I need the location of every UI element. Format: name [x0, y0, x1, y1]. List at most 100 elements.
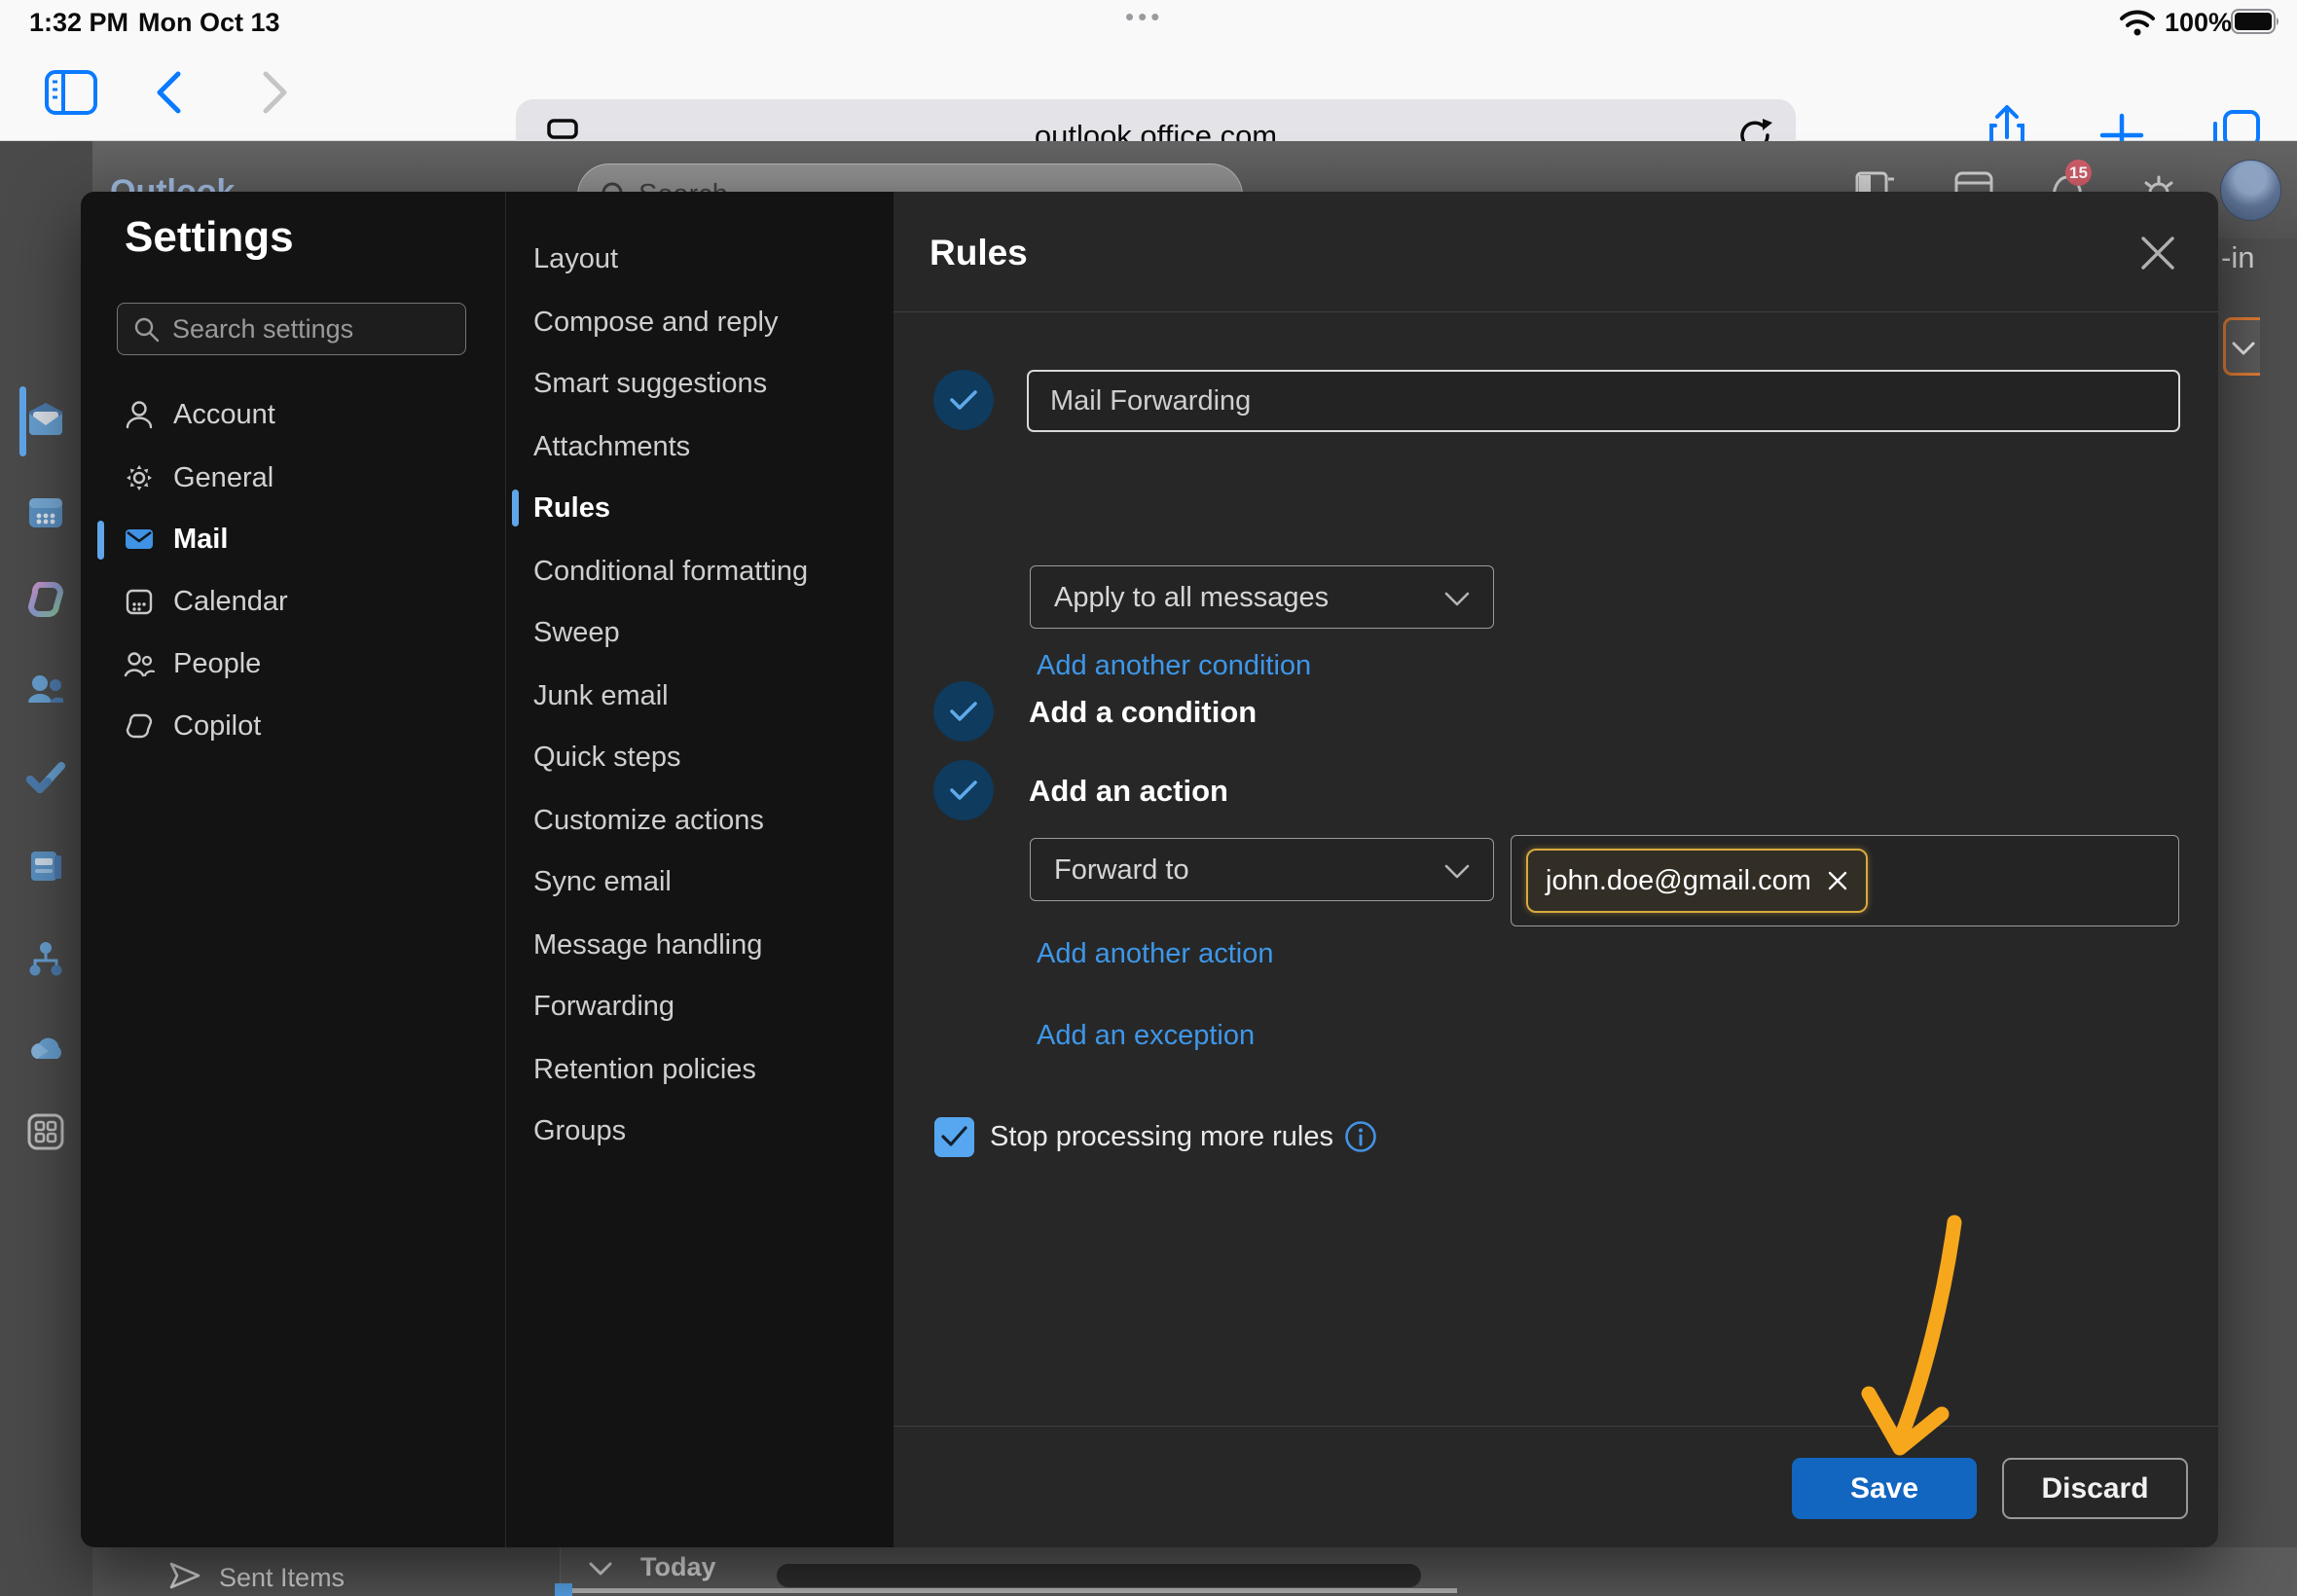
background-dropdown-fragment: [2223, 317, 2260, 376]
add-another-action-link[interactable]: Add another action: [1037, 938, 1273, 970]
settings-nav-copilot[interactable]: Copilot: [97, 706, 487, 748]
selection-bar: [97, 521, 104, 560]
email-chip-text: john.doe@gmail.com: [1546, 865, 1811, 897]
settings-nav-general[interactable]: General: [97, 457, 487, 500]
mail-nav-message-handling[interactable]: Message handling: [512, 925, 887, 964]
search-icon: [133, 316, 161, 344]
settings-search-box[interactable]: [117, 303, 466, 355]
send-icon: [167, 1560, 202, 1591]
condition-dropdown[interactable]: Apply to all messages: [1030, 565, 1494, 629]
gear-icon: [123, 461, 156, 494]
mail-nav-layout[interactable]: Layout: [512, 239, 887, 278]
mail-nav-sync-email[interactable]: Sync email: [512, 862, 887, 901]
collapse-chevron-icon[interactable]: [588, 1561, 613, 1577]
action-check-circle: [933, 760, 994, 820]
rail-selection-bar: [19, 386, 26, 456]
org-chart-app-icon[interactable]: [26, 939, 65, 978]
status-bar: 1:32 PM Mon Oct 13 ••• 100%: [0, 0, 2297, 44]
mail-nav-quick-steps[interactable]: Quick steps: [512, 738, 887, 777]
mail-nav-sweep[interactable]: Sweep: [512, 613, 887, 652]
settings-title: Settings: [125, 213, 294, 262]
stop-processing-checkbox[interactable]: [934, 1117, 974, 1157]
selection-bar: [512, 490, 519, 526]
rule-name-check-circle: [933, 370, 994, 430]
people-icon: [123, 647, 156, 680]
background-text-fragment: -in: [2221, 240, 2254, 275]
check-icon: [950, 702, 977, 722]
action-dropdown[interactable]: Forward to: [1030, 838, 1494, 901]
discard-button[interactable]: Discard: [2002, 1458, 2188, 1519]
footer-divider: [893, 1426, 2218, 1427]
settings-modal: Settings Account Ge: [81, 192, 2218, 1547]
save-button[interactable]: Save: [1792, 1458, 1977, 1519]
check-icon: [950, 390, 977, 411]
copilot-app-icon[interactable]: [26, 580, 65, 619]
mail-nav-retention-policies[interactable]: Retention policies: [512, 1050, 887, 1089]
settings-nav-people[interactable]: People: [97, 643, 487, 686]
sidebar-toggle-icon[interactable]: [45, 70, 97, 115]
check-icon: [950, 780, 977, 801]
mail-nav-attachments[interactable]: Attachments: [512, 427, 887, 466]
people-app-icon[interactable]: [26, 671, 65, 710]
notification-badge: 15: [2065, 160, 2092, 186]
more-apps-icon[interactable]: [26, 1112, 65, 1151]
app-rail: [0, 141, 92, 1596]
wifi-icon: [2118, 8, 2157, 37]
forward-address-field[interactable]: john.doe@gmail.com: [1511, 835, 2179, 926]
settings-nav-mail[interactable]: Mail: [97, 519, 487, 562]
header-divider: [893, 311, 2218, 312]
mail-nav-junk-email[interactable]: Junk email: [512, 676, 887, 715]
rules-panel: Rules Add a condition Apply to: [893, 192, 2218, 1547]
clock: 1:32 PM: [29, 8, 128, 38]
rules-title: Rules: [930, 233, 1028, 273]
mail-icon: [123, 523, 156, 556]
settings-nav-account[interactable]: Account: [97, 394, 487, 437]
chevron-down-icon: [1444, 864, 1470, 879]
add-another-condition-link[interactable]: Add another condition: [1037, 650, 1311, 682]
settings-nav-panel: Settings Account Ge: [81, 192, 505, 1547]
onedrive-app-icon[interactable]: [26, 1030, 65, 1069]
avatar[interactable]: [2220, 160, 2281, 221]
mail-nav-compose-and-reply[interactable]: Compose and reply: [512, 303, 887, 342]
battery-percent: 100%: [2165, 8, 2232, 38]
mail-nav-conditional-formatting[interactable]: Conditional formatting: [512, 552, 887, 591]
date: Mon Oct 13: [138, 8, 280, 38]
news-app-icon[interactable]: [26, 847, 65, 886]
chevron-down-icon: [1444, 592, 1470, 606]
settings-nav-calendar[interactable]: Calendar: [97, 581, 487, 624]
scrollbar-accent: [555, 1583, 572, 1596]
action-heading: Add an action: [1029, 774, 1228, 809]
email-chip[interactable]: john.doe@gmail.com: [1526, 849, 1868, 913]
rule-name-input[interactable]: [1027, 370, 2180, 432]
folder-sent-items[interactable]: Sent Items: [219, 1563, 345, 1593]
check-icon: [941, 1126, 967, 1147]
horizontal-scrollbar[interactable]: [561, 1588, 1457, 1593]
battery-icon: [2231, 9, 2281, 34]
mail-nav-smart-suggestions[interactable]: Smart suggestions: [512, 364, 887, 403]
ellipsis-icon: •••: [1125, 2, 1163, 32]
mail-settings-nav-panel: Layout Compose and reply Smart suggestio…: [505, 192, 893, 1547]
calendar-icon: [123, 585, 156, 618]
mail-nav-rules[interactable]: Rules: [512, 489, 887, 527]
calendar-app-icon[interactable]: [26, 492, 65, 531]
remove-chip-icon[interactable]: [1827, 870, 1848, 891]
list-scrollbar-pill: [777, 1564, 1421, 1587]
copilot-icon: [123, 709, 156, 743]
stop-processing-label: Stop processing more rules: [990, 1121, 1333, 1153]
mail-app-icon[interactable]: [26, 400, 65, 439]
info-icon[interactable]: [1343, 1119, 1378, 1154]
todo-app-icon[interactable]: [26, 758, 65, 797]
mail-nav-customize-actions[interactable]: Customize actions: [512, 801, 887, 840]
person-icon: [123, 398, 156, 431]
forward-icon[interactable]: [261, 71, 290, 114]
condition-check-circle: [933, 681, 994, 742]
mail-nav-groups[interactable]: Groups: [512, 1111, 887, 1150]
close-icon[interactable]: [2135, 231, 2180, 275]
date-group-today[interactable]: Today: [640, 1552, 716, 1582]
settings-search-input[interactable]: [172, 304, 455, 354]
back-icon[interactable]: [154, 71, 183, 114]
chevron-down-icon: [2232, 342, 2255, 355]
browser-toolbar: outlook.office.com: [0, 44, 2297, 141]
mail-nav-forwarding[interactable]: Forwarding: [512, 987, 887, 1026]
add-an-exception-link[interactable]: Add an exception: [1037, 1020, 1255, 1052]
